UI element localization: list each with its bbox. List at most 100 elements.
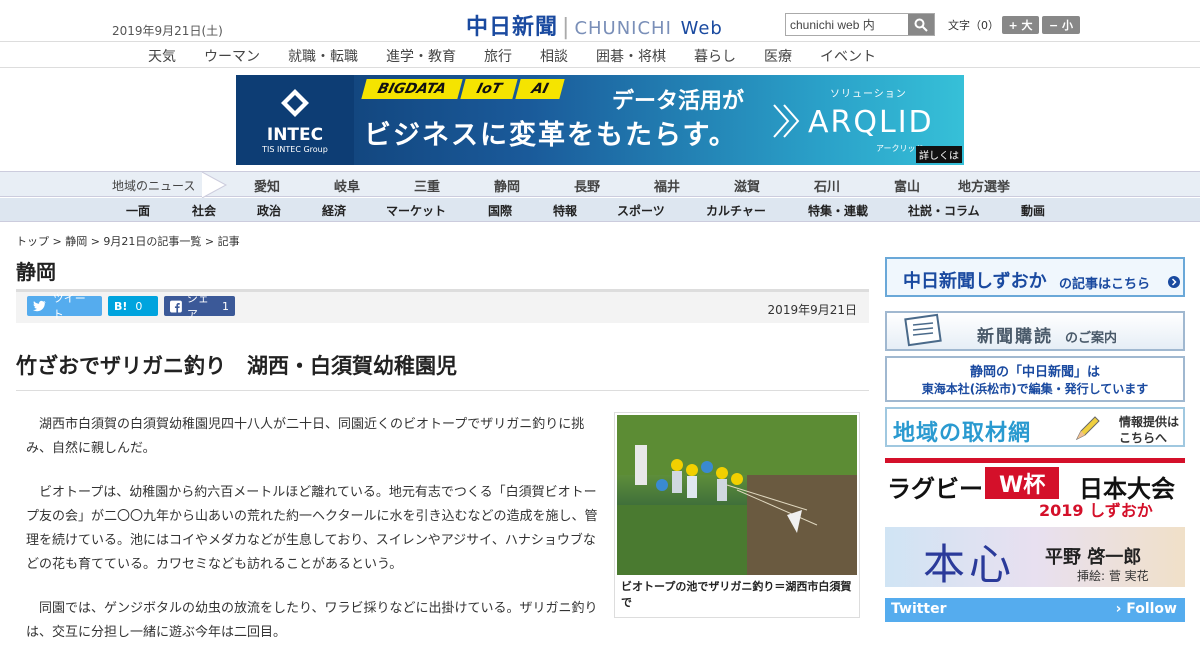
font-increase-button[interactable]: + 大 bbox=[1002, 16, 1039, 34]
cat-item-society[interactable]: 社会 bbox=[192, 202, 216, 219]
service-nav: 天気 ウーマン 就職・転職 進学・教育 旅行 相談 囲碁・将棋 暮らし 医療 イ… bbox=[0, 43, 1200, 68]
cat-item-world[interactable]: 国際 bbox=[488, 202, 512, 219]
facebook-share-label: シェア bbox=[186, 292, 209, 321]
search-input[interactable] bbox=[786, 14, 908, 35]
region-nav: 地域のニュース 愛知 岐阜 三重 静岡 長野 福井 滋賀 石川 富山 地方選挙 bbox=[0, 171, 1200, 198]
nav-item-weather[interactable]: 天気 bbox=[148, 46, 176, 66]
twitter-follow-button[interactable]: › Follow bbox=[1116, 601, 1177, 617]
nav-item-travel[interactable]: 旅行 bbox=[484, 46, 512, 66]
category-nav: 一面 社会 政治 経済 マーケット 国際 特報 スポーツ カルチャー 特集・連載… bbox=[0, 198, 1200, 222]
facebook-share-count: 1 bbox=[222, 299, 229, 313]
nav-item-woman[interactable]: ウーマン bbox=[204, 46, 260, 66]
nav-item-igo[interactable]: 囲碁・将棋 bbox=[596, 46, 666, 66]
article-date: 2019年9月21日 bbox=[767, 303, 857, 317]
ad-line1: データ活用が bbox=[612, 89, 745, 114]
sidebar-news-network-sub1: 情報提供は bbox=[1119, 415, 1180, 429]
sidebar-novel-banner[interactable]: 本心 平野 啓一郎 挿絵: 菅 実花 bbox=[885, 527, 1185, 589]
logo-en: CHUNICHI bbox=[574, 18, 672, 39]
header-date: 2019年9月21日(土) bbox=[112, 24, 223, 38]
sidebar-subscribe-link[interactable]: 新聞購読 のご案内 bbox=[885, 311, 1185, 351]
nav-item-education[interactable]: 進学・教育 bbox=[386, 46, 456, 66]
nav-item-medical[interactable]: 医療 bbox=[764, 46, 792, 66]
rugby-text-d: 2019 しずおか bbox=[1039, 501, 1153, 520]
region-item-nagano[interactable]: 長野 bbox=[574, 176, 600, 195]
tweet-button[interactable]: ツイート bbox=[27, 292, 102, 321]
cat-item-front[interactable]: 一面 bbox=[126, 202, 150, 219]
region-item-fukui[interactable]: 福井 bbox=[654, 176, 680, 195]
ad-brand-block: INTEC TIS INTEC Group bbox=[236, 75, 354, 165]
sidebar-tokai-info[interactable]: 静岡の「中日新聞」は 東海本社(浜松市)で編集・発行しています bbox=[885, 356, 1185, 402]
nav-item-consult[interactable]: 相談 bbox=[540, 46, 568, 66]
region-item-mie[interactable]: 三重 bbox=[414, 176, 440, 195]
newspaper-icon bbox=[904, 313, 942, 347]
pencil-icon bbox=[1075, 416, 1100, 441]
facebook-icon bbox=[170, 300, 182, 312]
sidebar-shizuoka-sub: の記事はこちら bbox=[1059, 277, 1151, 292]
article-photo[interactable]: ビオトープの池でザリガニ釣り＝湖西市白須賀で bbox=[614, 412, 860, 618]
photo-caption: ビオトープの池でザリガニ釣り＝湖西市白須賀で bbox=[621, 580, 852, 609]
tweet-label: ツイート bbox=[52, 292, 86, 321]
headline-divider bbox=[16, 390, 869, 391]
region-item-ishikawa[interactable]: 石川 bbox=[814, 176, 840, 195]
hatena-button[interactable]: B! 0 bbox=[108, 296, 158, 316]
sidebar-subscribe-sub: のご案内 bbox=[1065, 331, 1118, 346]
ad-tag-iot: IoT bbox=[460, 79, 518, 99]
cat-item-tokuho[interactable]: 特報 bbox=[553, 202, 577, 219]
ad-tag-bigdata: BIGDATA bbox=[361, 79, 463, 99]
cat-item-video[interactable]: 動画 bbox=[1021, 202, 1045, 219]
cat-item-features[interactable]: 特集・連載 bbox=[808, 202, 868, 219]
novel-illustrator: 挿絵: 菅 実花 bbox=[1077, 569, 1149, 583]
novel-author: 平野 啓一郎 bbox=[1045, 547, 1142, 568]
chevron-right-icon bbox=[773, 104, 800, 138]
cat-item-economy[interactable]: 経済 bbox=[322, 202, 346, 219]
region-item-gifu[interactable]: 岐阜 bbox=[334, 176, 360, 195]
logo-jp: 中日新聞 bbox=[466, 15, 559, 40]
ad-banner[interactable]: INTEC TIS INTEC Group BIGDATA IoT AI データ… bbox=[236, 75, 964, 165]
rugby-text-b: W杯 bbox=[985, 467, 1060, 499]
sidebar-news-network[interactable]: 地域の取材網 情報提供は こちらへ bbox=[885, 407, 1185, 447]
ad-solution: ソリューション bbox=[830, 89, 907, 100]
search-icon bbox=[914, 18, 928, 32]
region-item-shiga[interactable]: 滋賀 bbox=[734, 176, 760, 195]
sidebar-tokai-line2: 東海本社(浜松市)で編集・発行しています bbox=[921, 382, 1149, 396]
nav-item-life[interactable]: 暮らし bbox=[694, 46, 736, 66]
ad-product: ARQLID bbox=[808, 105, 934, 140]
top-header: 2019年9月21日(土) 中日新聞|CHUNICHI Web 文字（0） + … bbox=[0, 0, 1200, 42]
article-headline: 竹ざおでザリガニ釣り 湖西・白須賀幼稚園児 bbox=[16, 354, 457, 378]
sidebar-news-network-sub2: こちらへ bbox=[1119, 431, 1168, 445]
breadcrumb[interactable]: トップ > 静岡 > 9月21日の記事一覧 > 記事 bbox=[16, 233, 240, 249]
cat-item-culture[interactable]: カルチャー bbox=[706, 202, 766, 219]
nav-item-jobs[interactable]: 就職・転職 bbox=[288, 46, 358, 66]
photo-image bbox=[617, 415, 857, 575]
region-nav-label: 地域のニュース bbox=[112, 179, 196, 193]
sidebar-shizuoka-main: 中日新聞しずおか bbox=[903, 271, 1047, 292]
ad-more-link[interactable]: 詳しくは bbox=[916, 146, 962, 163]
sidebar-shizuoka-link[interactable]: 中日新聞しずおか の記事はこちら bbox=[885, 257, 1185, 297]
ad-tag-ai: AI bbox=[515, 79, 565, 99]
cat-item-sports[interactable]: スポーツ bbox=[617, 202, 665, 219]
search-box bbox=[785, 13, 935, 36]
hatena-count: 0 bbox=[135, 299, 143, 313]
ad-brand-sub: TIS INTEC Group bbox=[262, 145, 328, 154]
facebook-share-button[interactable]: シェア 1 bbox=[164, 292, 235, 321]
share-bar: ツイート B! 0 シェア 1 2019年9月21日 bbox=[16, 289, 869, 323]
article-paragraph-3: 同園では、ゲンジボタルの幼虫の放流をしたり、ワラビ採りなどに出掛けている。ザリガ… bbox=[26, 601, 598, 640]
sidebar-subscribe-main: 新聞購読 bbox=[977, 327, 1053, 347]
site-logo[interactable]: 中日新聞 | CHUNICHI Web bbox=[466, 9, 723, 41]
region-item-aichi[interactable]: 愛知 bbox=[254, 176, 280, 195]
ad-line2: ビジネスに変革をもたらす。 bbox=[364, 120, 738, 151]
cat-item-editorial[interactable]: 社説・コラム bbox=[908, 202, 980, 219]
region-item-shizuoka[interactable]: 静岡 bbox=[494, 176, 520, 195]
section-title: 静岡 bbox=[16, 260, 56, 284]
font-decrease-button[interactable]: − 小 bbox=[1042, 16, 1080, 34]
article-paragraph-2: ビオトープは、幼稚園から約六百メートルほど離れている。地元有志でつくる「白須賀ビ… bbox=[26, 485, 598, 572]
nav-item-event[interactable]: イベント bbox=[820, 46, 876, 66]
cat-item-politics[interactable]: 政治 bbox=[257, 202, 281, 219]
intec-logo-icon bbox=[281, 89, 309, 117]
region-item-toyama[interactable]: 富山 bbox=[894, 176, 920, 195]
region-item-election[interactable]: 地方選挙 bbox=[958, 176, 1010, 195]
search-button[interactable] bbox=[908, 14, 934, 35]
sidebar-rugby-banner[interactable]: ラグビー W杯 日本大会 2019 しずおか bbox=[885, 458, 1185, 520]
ad-brand: INTEC bbox=[266, 125, 324, 145]
cat-item-market[interactable]: マーケット bbox=[386, 202, 446, 219]
